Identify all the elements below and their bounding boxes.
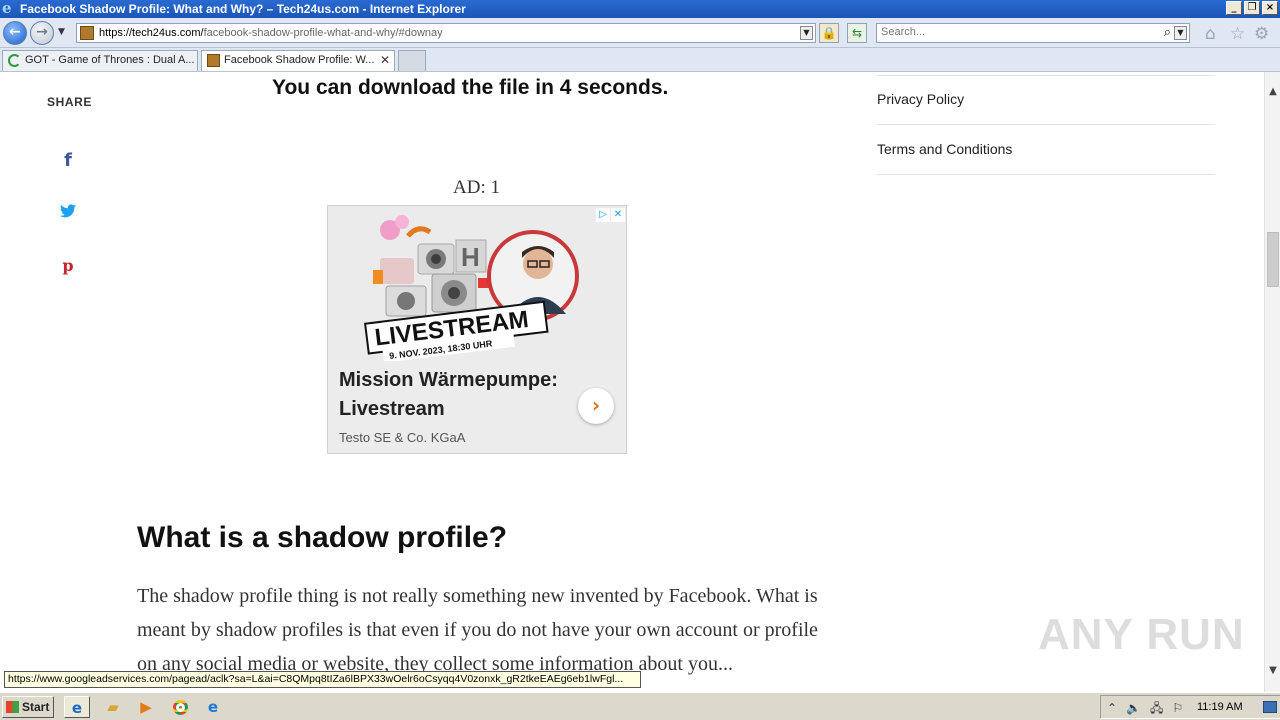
address-dropdown-icon[interactable]: ▼ bbox=[800, 26, 813, 40]
close-tab-icon[interactable]: ✕ bbox=[380, 51, 390, 70]
start-button[interactable]: Start bbox=[2, 696, 54, 718]
edge-icon[interactable]: e bbox=[200, 696, 226, 718]
share-label: SHARE bbox=[47, 95, 93, 109]
file-explorer-icon[interactable]: ▰ bbox=[100, 696, 126, 718]
sidebar-divider bbox=[877, 174, 1215, 175]
site-favicon-icon bbox=[80, 26, 94, 40]
ad-sponsor[interactable]: Testo SE & Co. KGaA bbox=[339, 430, 465, 445]
ad-choices-icon[interactable]: ▷ bbox=[596, 208, 610, 222]
window-controls: _ ❐ × bbox=[1226, 1, 1278, 15]
tray-icons[interactable]: ⌃🔈🖧⚐ bbox=[1107, 699, 1192, 720]
media-player-icon[interactable]: ▶ bbox=[133, 696, 159, 718]
facebook-icon[interactable]: f bbox=[58, 150, 78, 171]
article-heading: What is a shadow profile? bbox=[137, 521, 508, 554]
search-box[interactable]: ⌕ ▼ bbox=[876, 23, 1190, 43]
search-input[interactable] bbox=[881, 26, 1151, 38]
favorites-star-icon[interactable]: ☆ bbox=[1230, 24, 1245, 44]
scroll-up-icon[interactable]: ▲ bbox=[1265, 84, 1280, 100]
back-button[interactable]: ← bbox=[3, 21, 27, 45]
search-provider-dropdown-icon[interactable]: ▼ bbox=[1174, 26, 1187, 40]
pinterest-icon[interactable]: p bbox=[58, 256, 78, 275]
window-title-bar: e Facebook Shadow Profile: What and Why?… bbox=[0, 0, 1280, 18]
navigation-bar: ← → ▼ https://tech24us.com/facebook-shad… bbox=[0, 18, 1280, 48]
tab-got[interactable]: GOT - Game of Thrones : Dual A... bbox=[2, 50, 198, 71]
ad-close-icon[interactable]: ✕ bbox=[611, 208, 625, 222]
taskbar: Start e ▰ ▶ e ⌃🔈🖧⚐ 11:19 AM bbox=[0, 692, 1280, 720]
anyrun-watermark: ANY RUN bbox=[1038, 610, 1245, 659]
restore-button[interactable]: ❐ bbox=[1244, 1, 1260, 15]
search-icon[interactable]: ⌕ bbox=[1164, 25, 1171, 40]
windows-logo-icon bbox=[6, 701, 19, 713]
clock[interactable]: 11:19 AM bbox=[1197, 701, 1243, 713]
chrome-icon[interactable] bbox=[167, 696, 193, 718]
tab-label: Facebook Shadow Profile: W... bbox=[224, 54, 375, 66]
close-window-button[interactable]: × bbox=[1262, 1, 1278, 15]
tab-bar: GOT - Game of Thrones : Dual A... Facebo… bbox=[0, 48, 1280, 72]
tab-facebook-shadow-profile[interactable]: Facebook Shadow Profile: W... ✕ bbox=[201, 50, 395, 71]
recent-pages-dropdown-icon[interactable]: ▼ bbox=[58, 27, 65, 37]
show-desktop-icon[interactable] bbox=[1263, 701, 1277, 713]
page-scrollbar[interactable]: ▲ ▼ bbox=[1264, 72, 1280, 692]
scroll-down-icon[interactable]: ▼ bbox=[1265, 663, 1280, 679]
article-paragraph: The shadow profile thing is not really s… bbox=[137, 585, 818, 675]
status-link-url: https://www.googleadservices.com/pagead/… bbox=[4, 671, 641, 688]
twitter-icon[interactable] bbox=[58, 204, 78, 222]
ad-headline[interactable]: Mission Wärmepumpe: Livestream bbox=[339, 366, 569, 424]
home-icon[interactable]: ⌂ bbox=[1205, 24, 1216, 44]
loading-spinner-icon bbox=[8, 54, 21, 67]
ad-label: AD: 1 bbox=[453, 177, 500, 198]
svg-text:H: H bbox=[461, 242, 480, 272]
sidebar-divider bbox=[877, 124, 1215, 125]
advertisement[interactable]: H LIVESTREAM 9. NOV. 2023, 18:30 UHR ▷ ✕… bbox=[327, 205, 627, 454]
window-title: Facebook Shadow Profile: What and Why? –… bbox=[20, 2, 466, 16]
minimize-button[interactable]: _ bbox=[1226, 1, 1242, 15]
site-favicon-icon bbox=[207, 54, 220, 67]
address-url[interactable]: https://tech24us.com/facebook-shadow-pro… bbox=[99, 27, 443, 39]
start-label: Start bbox=[22, 700, 50, 714]
security-lock-icon[interactable]: 🔒 bbox=[819, 23, 839, 43]
address-bar[interactable]: https://tech24us.com/facebook-shadow-pro… bbox=[76, 23, 816, 43]
internet-explorer-icon: e bbox=[2, 0, 12, 17]
sidebar-divider bbox=[877, 75, 1215, 76]
web-page: SHARE f p You can download the file in 4… bbox=[0, 72, 1264, 692]
ad-image[interactable]: H LIVESTREAM 9. NOV. 2023, 18:30 UHR bbox=[328, 206, 626, 363]
tab-label: GOT - Game of Thrones : Dual A... bbox=[25, 54, 195, 66]
sidebar-link-terms-and-conditions[interactable]: Terms and Conditions bbox=[877, 141, 1215, 157]
download-countdown-message: You can download the file in 4 seconds. bbox=[272, 76, 669, 99]
sidebar-link-privacy-policy[interactable]: Privacy Policy bbox=[877, 91, 1215, 107]
system-tray: ⌃🔈🖧⚐ 11:19 AM bbox=[1100, 695, 1280, 719]
chevron-right-icon[interactable]: › bbox=[578, 388, 614, 424]
new-tab-button[interactable] bbox=[398, 50, 426, 71]
tools-gear-icon[interactable]: ⚙ bbox=[1254, 24, 1269, 44]
forward-button[interactable]: → bbox=[30, 21, 54, 45]
scroll-thumb[interactable] bbox=[1267, 232, 1279, 287]
internet-explorer-taskbar-icon[interactable]: e bbox=[64, 696, 90, 718]
refresh-icon[interactable]: ⇆ bbox=[847, 23, 867, 43]
